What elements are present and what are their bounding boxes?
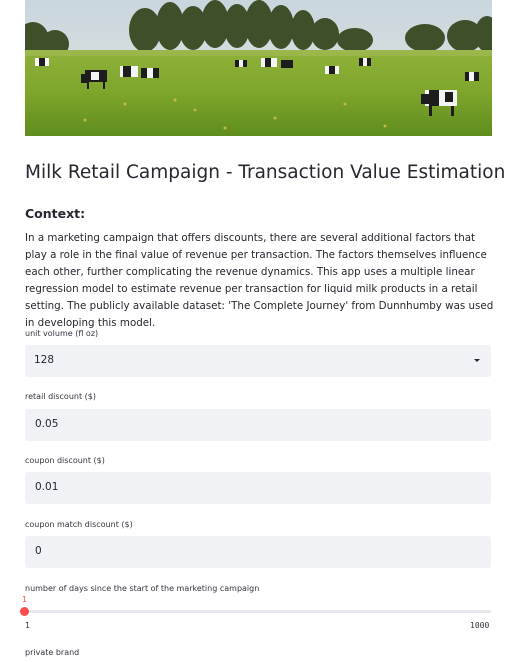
banner-image [25,0,492,136]
unit-volume-value: 128 [34,354,55,366]
days-slider-track[interactable] [25,610,491,613]
days-slider-max: 1000 [470,621,490,630]
days-slider-min: 1 [25,621,30,630]
private-brand-label: private brand [25,648,80,657]
coupon-discount-label: coupon discount ($) [25,456,105,465]
coupon-match-discount-input[interactable]: 0 [25,536,491,568]
days-slider-thumb[interactable] [20,607,29,616]
chevron-down-icon [474,359,480,362]
coupon-discount-value: 0.01 [35,481,59,493]
retail-discount-input[interactable]: 0.05 [25,409,491,441]
retail-discount-label: retail discount ($) [25,392,96,401]
page-title: Milk Retail Campaign - Transaction Value… [25,162,506,183]
coupon-match-discount-label: coupon match discount ($) [25,520,133,529]
context-description: In a marketing campaign that offers disc… [25,232,494,329]
days-slider-current-value: 1 [22,595,27,604]
days-slider-label: number of days since the start of the ma… [25,584,260,593]
unit-volume-label: unit volume (fl oz) [25,329,99,338]
context-heading: Context: [25,206,86,221]
cows-grazing-image [25,0,492,136]
retail-discount-value: 0.05 [35,418,59,430]
coupon-match-discount-value: 0 [35,545,42,557]
coupon-discount-input[interactable]: 0.01 [25,472,491,504]
unit-volume-select[interactable]: 128 [25,345,491,377]
